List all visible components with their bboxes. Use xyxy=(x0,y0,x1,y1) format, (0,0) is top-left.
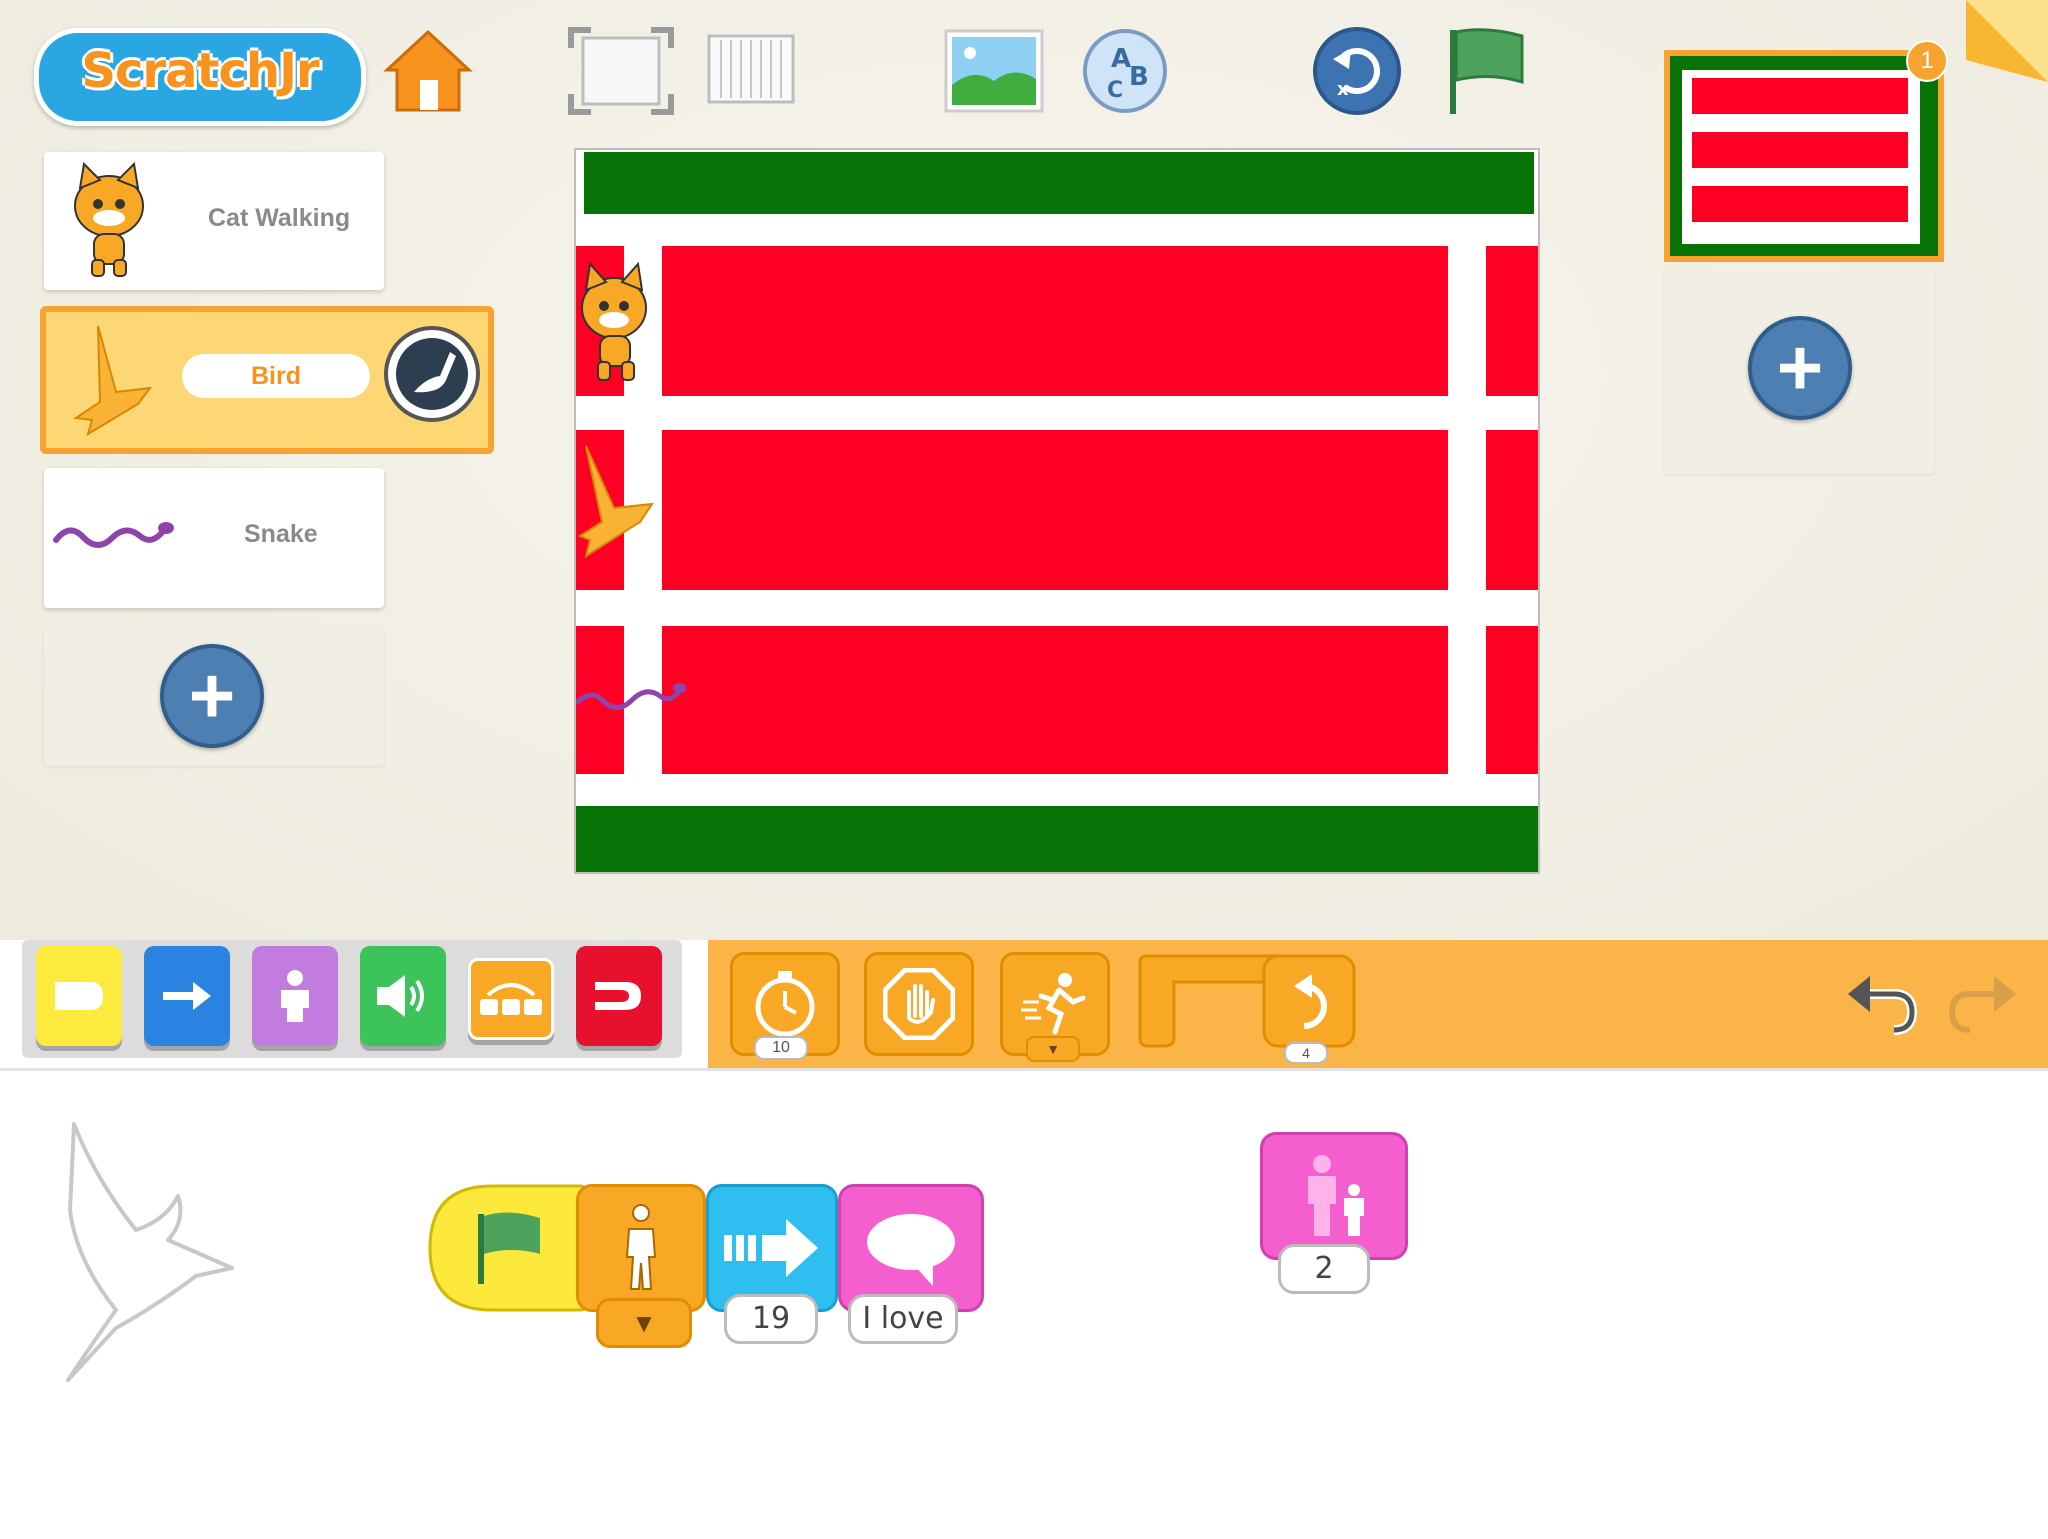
stage-red-row1-right xyxy=(1486,246,1538,396)
fullscreen-button[interactable] xyxy=(566,26,676,116)
category-motion[interactable] xyxy=(144,946,230,1046)
stage-red-row1 xyxy=(662,246,1448,396)
category-control[interactable] xyxy=(468,958,554,1040)
page-thumb-canvas xyxy=(1682,70,1920,244)
cat-on-stage[interactable] xyxy=(578,262,652,388)
add-text-button[interactable]: A B C xyxy=(1080,26,1170,116)
stage-red-row3-right xyxy=(1486,626,1538,774)
script-move-right-block[interactable] xyxy=(706,1184,838,1312)
thumb-red-2 xyxy=(1692,132,1908,168)
stage-green-bottom xyxy=(576,806,1538,872)
script-grow-block[interactable] xyxy=(1260,1132,1408,1260)
person-icon xyxy=(281,970,309,1022)
page-curl-icon xyxy=(1966,0,2048,82)
project-info-corner[interactable] xyxy=(1966,0,2048,82)
sprite-name-snake: Snake xyxy=(244,520,318,548)
redo-button[interactable] xyxy=(1944,966,2020,1036)
background-button[interactable] xyxy=(944,28,1044,114)
add-page-slot: + xyxy=(1664,268,1934,474)
dropdown-triangle-icon: ▼ xyxy=(1046,1041,1060,1057)
stage-red-row2 xyxy=(662,430,1448,590)
green-flag-icon xyxy=(1450,28,1524,114)
cat-sprite-icon xyxy=(74,161,144,277)
walk-block-dropdown[interactable]: ▼ xyxy=(596,1298,692,1348)
home-icon xyxy=(383,29,473,112)
sprite-card-bird[interactable]: Bird xyxy=(40,306,494,454)
script-walk-block[interactable] xyxy=(576,1184,706,1312)
script-green-flag-block[interactable] xyxy=(428,1184,588,1312)
grow-value[interactable]: 2 xyxy=(1278,1244,1370,1294)
add-sprite-button[interactable]: + xyxy=(160,644,264,748)
reset-characters-button[interactable]: x xyxy=(1310,24,1404,118)
plus-icon: + xyxy=(1776,323,1824,412)
undo-icon xyxy=(1848,976,1918,1035)
move-right-arrow-icon xyxy=(724,1219,818,1277)
green-flag-trigger-icon xyxy=(428,1184,588,1312)
home-button[interactable] xyxy=(382,26,474,116)
logo-text: ScratchJr xyxy=(81,43,319,99)
wait-value[interactable]: 10 xyxy=(754,1036,808,1060)
sprite-card-snake[interactable]: Snake xyxy=(44,468,384,608)
paint-editor-button[interactable] xyxy=(384,326,480,422)
dropdown-triangle-icon: ▼ xyxy=(631,1308,657,1338)
thumb-red-1 xyxy=(1692,78,1908,114)
sprite-card-cat[interactable]: Cat Walking xyxy=(44,152,384,290)
paintbrush-icon xyxy=(396,338,468,410)
trigger-icon xyxy=(55,982,103,1010)
add-sprite-slot: + xyxy=(44,626,384,766)
grid-icon xyxy=(707,34,795,104)
abc-text-icon: A B C xyxy=(1083,29,1167,113)
grid-button[interactable] xyxy=(706,34,796,106)
reset-icon: x xyxy=(1313,27,1401,115)
page-number-badge: 1 xyxy=(1906,40,1948,82)
arrow-right-icon xyxy=(163,982,211,1010)
repeat-loop-icon xyxy=(1138,954,1356,1048)
repeat-value[interactable]: 4 xyxy=(1284,1042,1328,1064)
move-right-value[interactable]: 19 xyxy=(724,1294,818,1344)
running-person-icon xyxy=(1021,973,1086,1035)
speed-dropdown[interactable]: ▼ xyxy=(1026,1036,1080,1062)
palette-stop-block[interactable] xyxy=(864,952,974,1056)
page-thumbnail[interactable] xyxy=(1664,50,1944,262)
sprite-name-bird[interactable]: Bird xyxy=(182,354,370,398)
stage-green-top xyxy=(584,152,1534,214)
sprite-name-cat: Cat Walking xyxy=(208,204,351,232)
script-area[interactable] xyxy=(0,1068,2048,1539)
thumb-red-3 xyxy=(1692,186,1908,222)
landscape-icon xyxy=(944,29,1044,113)
category-end[interactable] xyxy=(576,946,662,1046)
snake-sprite-icon xyxy=(53,522,174,548)
category-triggering[interactable] xyxy=(36,946,122,1046)
stopwatch-icon xyxy=(755,971,815,1037)
svg-text:B: B xyxy=(1129,62,1149,92)
stop-hand-icon xyxy=(883,968,955,1040)
category-looks[interactable] xyxy=(252,946,338,1046)
stage[interactable] xyxy=(574,148,1540,874)
scratchjr-logo: ScratchJr xyxy=(34,28,366,126)
fullscreen-icon xyxy=(568,27,674,115)
control-loop-icon xyxy=(480,983,542,1015)
redo-icon xyxy=(1948,976,2016,1033)
category-sound[interactable] xyxy=(360,946,446,1046)
svg-text:x: x xyxy=(1337,79,1349,100)
snake-on-stage[interactable] xyxy=(576,676,686,716)
bird-on-stage[interactable] xyxy=(578,442,658,562)
stage-red-row3 xyxy=(662,626,1448,774)
end-block-icon xyxy=(595,982,641,1010)
speech-bubble-icon xyxy=(867,1214,955,1286)
svg-text:C: C xyxy=(1107,78,1123,103)
undo-button[interactable] xyxy=(1844,966,1920,1036)
stage-red-row2-right xyxy=(1486,430,1538,590)
bird-sprite-icon xyxy=(73,325,153,437)
add-page-button[interactable]: + xyxy=(1748,316,1852,420)
green-flag-button[interactable] xyxy=(1446,26,1530,118)
speaker-icon xyxy=(377,975,424,1017)
plus-icon: + xyxy=(188,651,236,740)
grow-people-icon xyxy=(1308,1155,1364,1236)
bird-watermark-icon xyxy=(66,1122,234,1382)
script-say-block[interactable] xyxy=(838,1184,984,1312)
palette-repeat-block[interactable] xyxy=(1134,952,1360,1050)
walking-person-icon xyxy=(625,1204,657,1290)
say-value[interactable]: I love xyxy=(848,1294,958,1344)
